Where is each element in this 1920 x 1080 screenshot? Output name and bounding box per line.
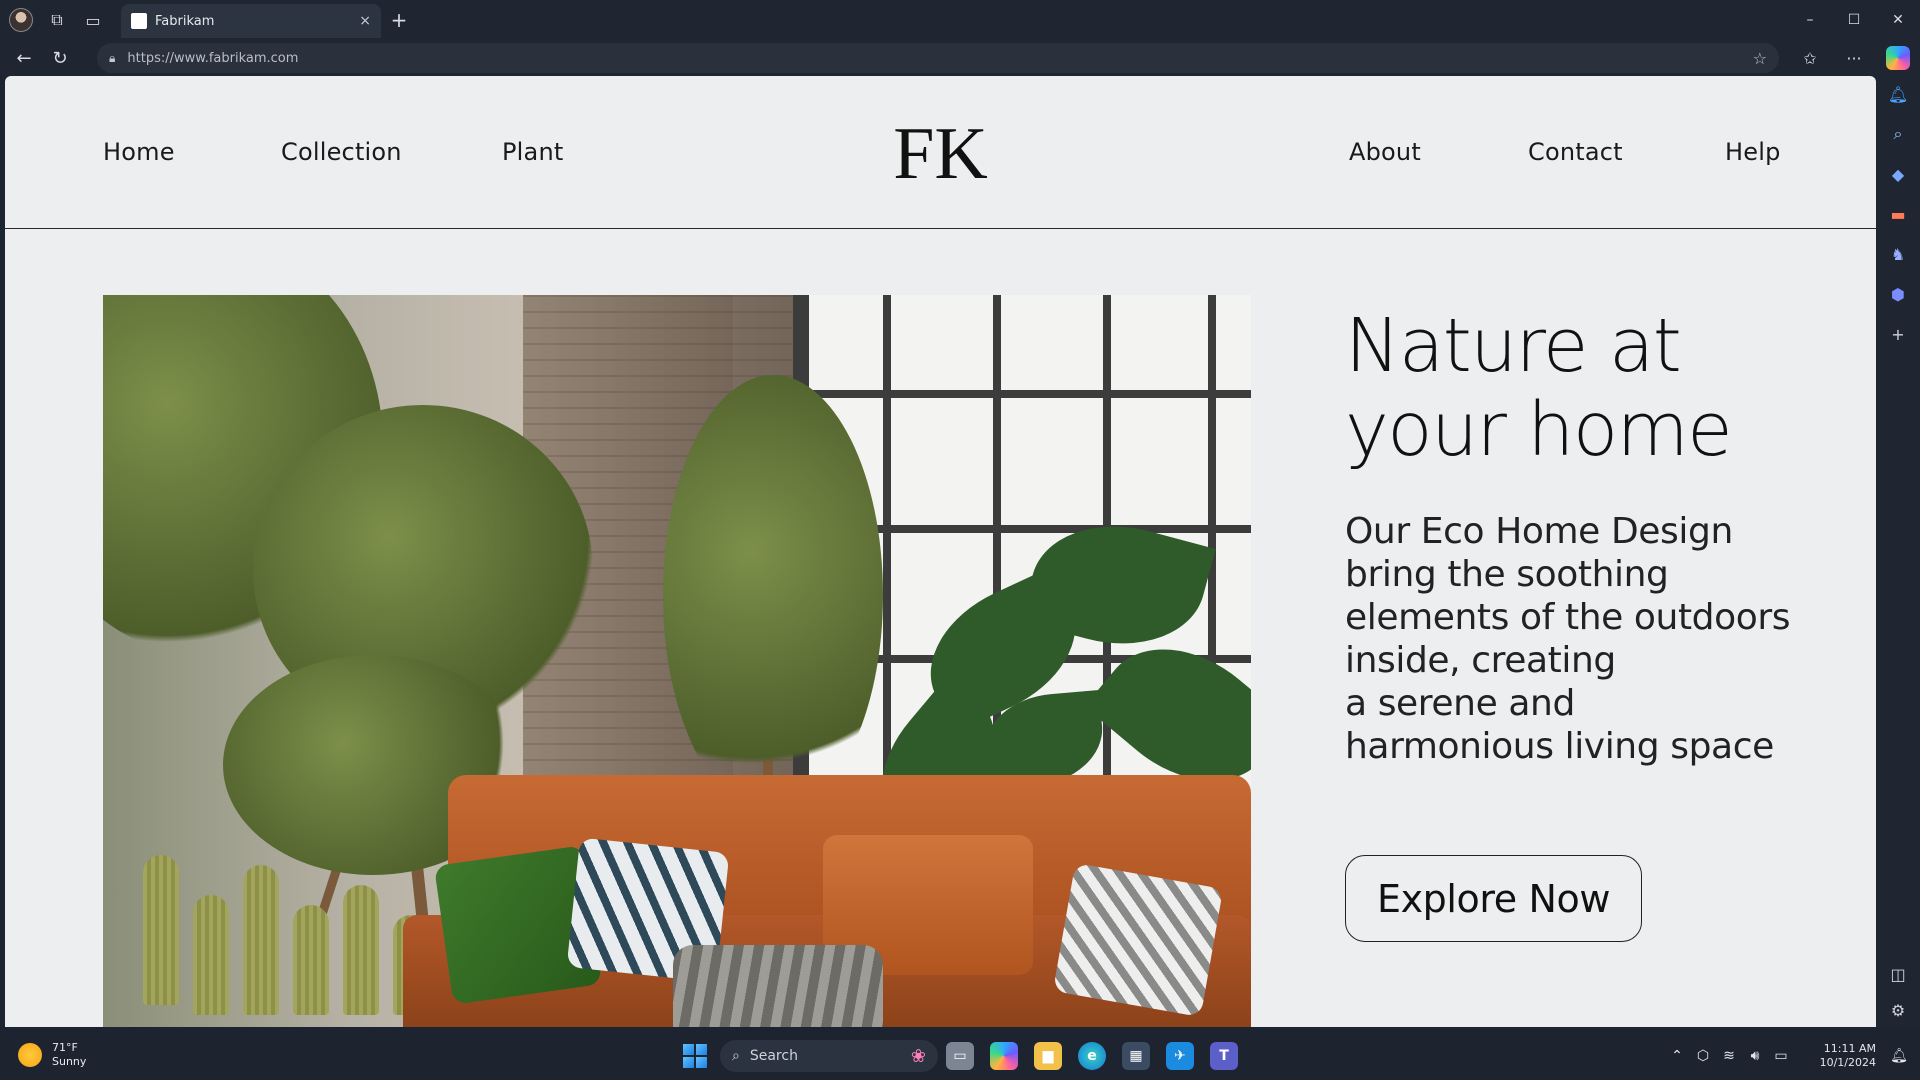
teams-icon[interactable]: T [1210, 1042, 1238, 1070]
cactus [193, 895, 229, 1015]
explore-now-button[interactable]: Explore Now [1345, 855, 1642, 942]
search-icon: ⌕ [732, 1048, 740, 1064]
profile-button[interactable] [3, 0, 39, 40]
network-app-icon[interactable]: ⬡ [1690, 1048, 1716, 1064]
profile-avatar [9, 8, 33, 32]
search-icon[interactable]: ⌕ [1886, 122, 1910, 146]
clock-time: 11:11 AM [1823, 1042, 1876, 1055]
games-icon[interactable]: ♞ [1886, 242, 1910, 266]
lotus-icon: ❀ [910, 1045, 926, 1067]
system-tray: ⌃ ⬡ ≋ 🔊︎ ▭ 11:11 AM 10/1/2024 🔔︎ [1664, 1032, 1920, 1080]
window-controls: – ☐ ✕ [1788, 0, 1920, 40]
notification-bell-icon[interactable]: 🔔︎ [1886, 1048, 1912, 1064]
nav-about[interactable]: About [1349, 138, 1421, 166]
tree-foliage [663, 375, 883, 815]
wifi-icon[interactable]: ≋ [1716, 1048, 1742, 1064]
hero-headline: Nature at your home [1345, 303, 1733, 473]
file-explorer-icon[interactable]: ▆ [1034, 1042, 1062, 1070]
close-window-button[interactable]: ✕ [1876, 0, 1920, 40]
outlook-icon[interactable]: ✈ [1166, 1042, 1194, 1070]
pillow-chevron [1052, 862, 1224, 1018]
cactus [343, 885, 379, 1015]
browser-tab[interactable]: Fabrikam × [121, 4, 381, 38]
hero-description: Our Eco Home Design bring the soothing e… [1345, 511, 1791, 767]
nav-home[interactable]: Home [103, 138, 175, 166]
split-screen-icon[interactable]: ◫ [1886, 962, 1910, 986]
favorites-icon[interactable]: ✩ [1788, 40, 1832, 76]
notifications-icon[interactable]: 🔔︎ [1886, 82, 1910, 106]
copilot-icon[interactable] [990, 1042, 1018, 1070]
clock-date: 10/1/2024 [1819, 1056, 1876, 1069]
weather-widget[interactable]: 71°F Sunny [18, 1041, 86, 1069]
cactus [293, 905, 329, 1015]
window-frame [793, 390, 1251, 398]
copilot-icon[interactable] [1886, 46, 1910, 70]
window-frame [883, 295, 891, 815]
browser-toolbar: ← ↻ 🔒︎ https://www.fabrikam.com ☆ ✩ ··· [0, 40, 1920, 76]
start-icon[interactable] [683, 1044, 707, 1068]
edge-icon[interactable]: e [1078, 1042, 1106, 1070]
hero-image [103, 295, 1251, 1027]
nav-help[interactable]: Help [1725, 138, 1781, 166]
site-header: Home Collection Plant FK About Contact H… [5, 76, 1876, 229]
edge-sidebar: 🔔︎ ⌕ ◆ ▬ ♞ ⬢ + ◫ ⚙ [1876, 76, 1920, 1027]
nav-collection[interactable]: Collection [281, 138, 402, 166]
site-logo[interactable]: FK [893, 113, 988, 195]
nav-contact[interactable]: Contact [1528, 138, 1623, 166]
page-viewport: Home Collection Plant FK About Contact H… [5, 76, 1876, 1027]
nav-plant[interactable]: Plant [502, 138, 563, 166]
new-tab-button[interactable]: + [385, 6, 413, 34]
tab-close-icon[interactable]: × [359, 13, 371, 29]
toolbar-actions: ✩ ··· [1788, 40, 1920, 76]
back-icon[interactable]: ← [6, 40, 42, 76]
lock-icon[interactable]: 🔒︎ [109, 51, 115, 66]
chevron-up-icon[interactable]: ⌃ [1664, 1048, 1690, 1064]
settings-icon[interactable]: ⚙ [1886, 998, 1910, 1022]
add-icon[interactable]: + [1886, 322, 1910, 346]
taskbar: 71°F Sunny ⌕ Search ❀ ▭ ▆ e ▦ ✈ T ⌃ ⬡ ≋ … [0, 1032, 1920, 1080]
taskbar-search-placeholder: Search [749, 1048, 798, 1064]
tab-title: Fabrikam [155, 13, 215, 29]
address-url[interactable]: https://www.fabrikam.com [127, 51, 1752, 66]
sun-icon [18, 1043, 42, 1067]
workspaces-icon[interactable]: ⧉ [39, 0, 75, 40]
cactus [143, 855, 179, 1005]
weather-condition: Sunny [52, 1055, 87, 1068]
clock[interactable]: 11:11 AM 10/1/2024 [1806, 1042, 1876, 1070]
tab-favicon-icon [131, 13, 147, 29]
add-favorite-icon[interactable]: ☆ [1753, 49, 1767, 68]
shopping-icon[interactable]: ◆ [1886, 162, 1910, 186]
tab-actions-icon[interactable]: ▭ [75, 0, 111, 40]
battery-icon[interactable]: ▭ [1768, 1048, 1794, 1064]
task-view-icon[interactable]: ▭ [946, 1042, 974, 1070]
sofa-throw [673, 945, 883, 1027]
office-icon[interactable]: ⬢ [1886, 282, 1910, 306]
more-icon[interactable]: ··· [1832, 40, 1876, 76]
cactus [243, 865, 279, 1015]
volume-icon[interactable]: 🔊︎ [1742, 1048, 1768, 1064]
address-bar[interactable]: 🔒︎ https://www.fabrikam.com ☆ [97, 43, 1779, 73]
maximize-button[interactable]: ☐ [1832, 0, 1876, 40]
refresh-icon[interactable]: ↻ [42, 40, 78, 76]
tools-icon[interactable]: ▬ [1886, 202, 1910, 226]
store-icon[interactable]: ▦ [1122, 1042, 1150, 1070]
taskbar-search[interactable]: ⌕ Search ❀ [720, 1040, 938, 1072]
minimize-button[interactable]: – [1788, 0, 1832, 40]
weather-temp: 71°F [52, 1041, 78, 1054]
